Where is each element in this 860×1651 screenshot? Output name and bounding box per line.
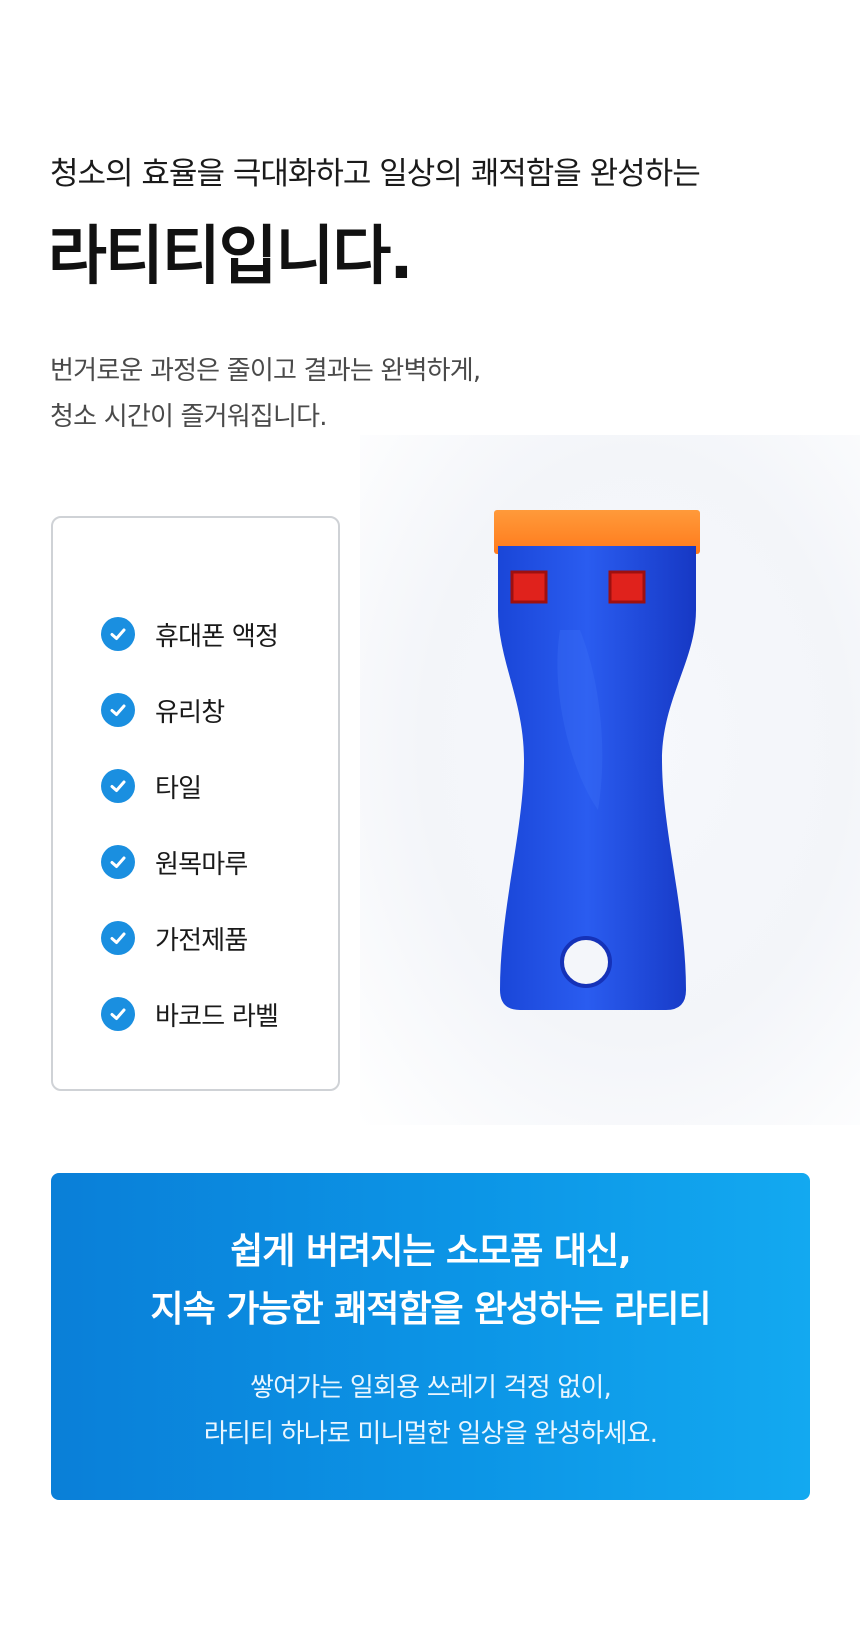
feature-list: 휴대폰 액정 유리창 타일 원목마루 가전제품 바코드 라벨 — [101, 596, 279, 1052]
check-circle-icon — [101, 617, 135, 651]
list-item: 휴대폰 액정 — [101, 596, 279, 672]
check-circle-icon — [101, 769, 135, 803]
feature-label: 바코드 라벨 — [155, 1001, 279, 1032]
intro-line-1: 번거로운 과정은 줄이고 결과는 완벽하게, — [50, 356, 481, 386]
check-circle-icon — [101, 921, 135, 955]
list-item: 유리창 — [101, 672, 278, 748]
banner-title-line-1: 쉽게 버려지는 소모품 대신, — [230, 1231, 632, 1272]
blade-slot-left — [510, 570, 548, 604]
blade-slot-right — [608, 570, 646, 604]
page-title: 라티티입니다. — [48, 220, 414, 294]
feature-label: 타일 — [155, 773, 202, 804]
banner-desc-line-1: 쌓여가는 일회용 쓰레기 걱정 없이, — [249, 1373, 612, 1403]
list-item: 타일 — [101, 748, 278, 824]
banner-description: 쌓여가는 일회용 쓰레기 걱정 없이, 라티티 하나로 미니멀한 일상을 완성하… — [51, 1365, 810, 1457]
list-item: 바코드 라벨 — [101, 976, 279, 1052]
feature-label: 원목마루 — [155, 849, 248, 880]
sustainability-banner: 쉽게 버려지는 소모품 대신, 지속 가능한 쾌적함을 완성하는 라티티 쌓여가… — [51, 1173, 810, 1500]
scraper-product-image — [494, 510, 700, 1010]
feature-label: 휴대폰 액정 — [155, 621, 279, 652]
check-circle-icon — [101, 845, 135, 879]
banner-title-line-2: 지속 가능한 쾌적함을 완성하는 라티티 — [150, 1289, 711, 1330]
check-circle-icon — [101, 997, 135, 1031]
feature-label: 유리창 — [155, 697, 225, 728]
hanging-hole — [560, 936, 612, 988]
banner-desc-line-2: 라티티 하나로 미니멀한 일상을 완성하세요. — [203, 1419, 658, 1449]
page-subtitle: 청소의 효율을 극대화하고 일상의 쾌적함을 완성하는 — [50, 156, 701, 192]
banner-title: 쉽게 버려지는 소모품 대신, 지속 가능한 쾌적함을 완성하는 라티티 — [51, 1223, 810, 1339]
feature-label: 가전제품 — [155, 925, 248, 956]
feature-card: 휴대폰 액정 유리창 타일 원목마루 가전제품 바코드 라벨 — [51, 516, 340, 1091]
list-item: 가전제품 — [101, 900, 278, 976]
check-circle-icon — [101, 693, 135, 727]
intro-line-2: 청소 시간이 즐거워집니다. — [50, 402, 328, 432]
list-item: 원목마루 — [101, 824, 278, 900]
intro-text: 번거로운 과정은 줄이고 결과는 완벽하게, 청소 시간이 즐거워집니다. — [50, 348, 481, 440]
